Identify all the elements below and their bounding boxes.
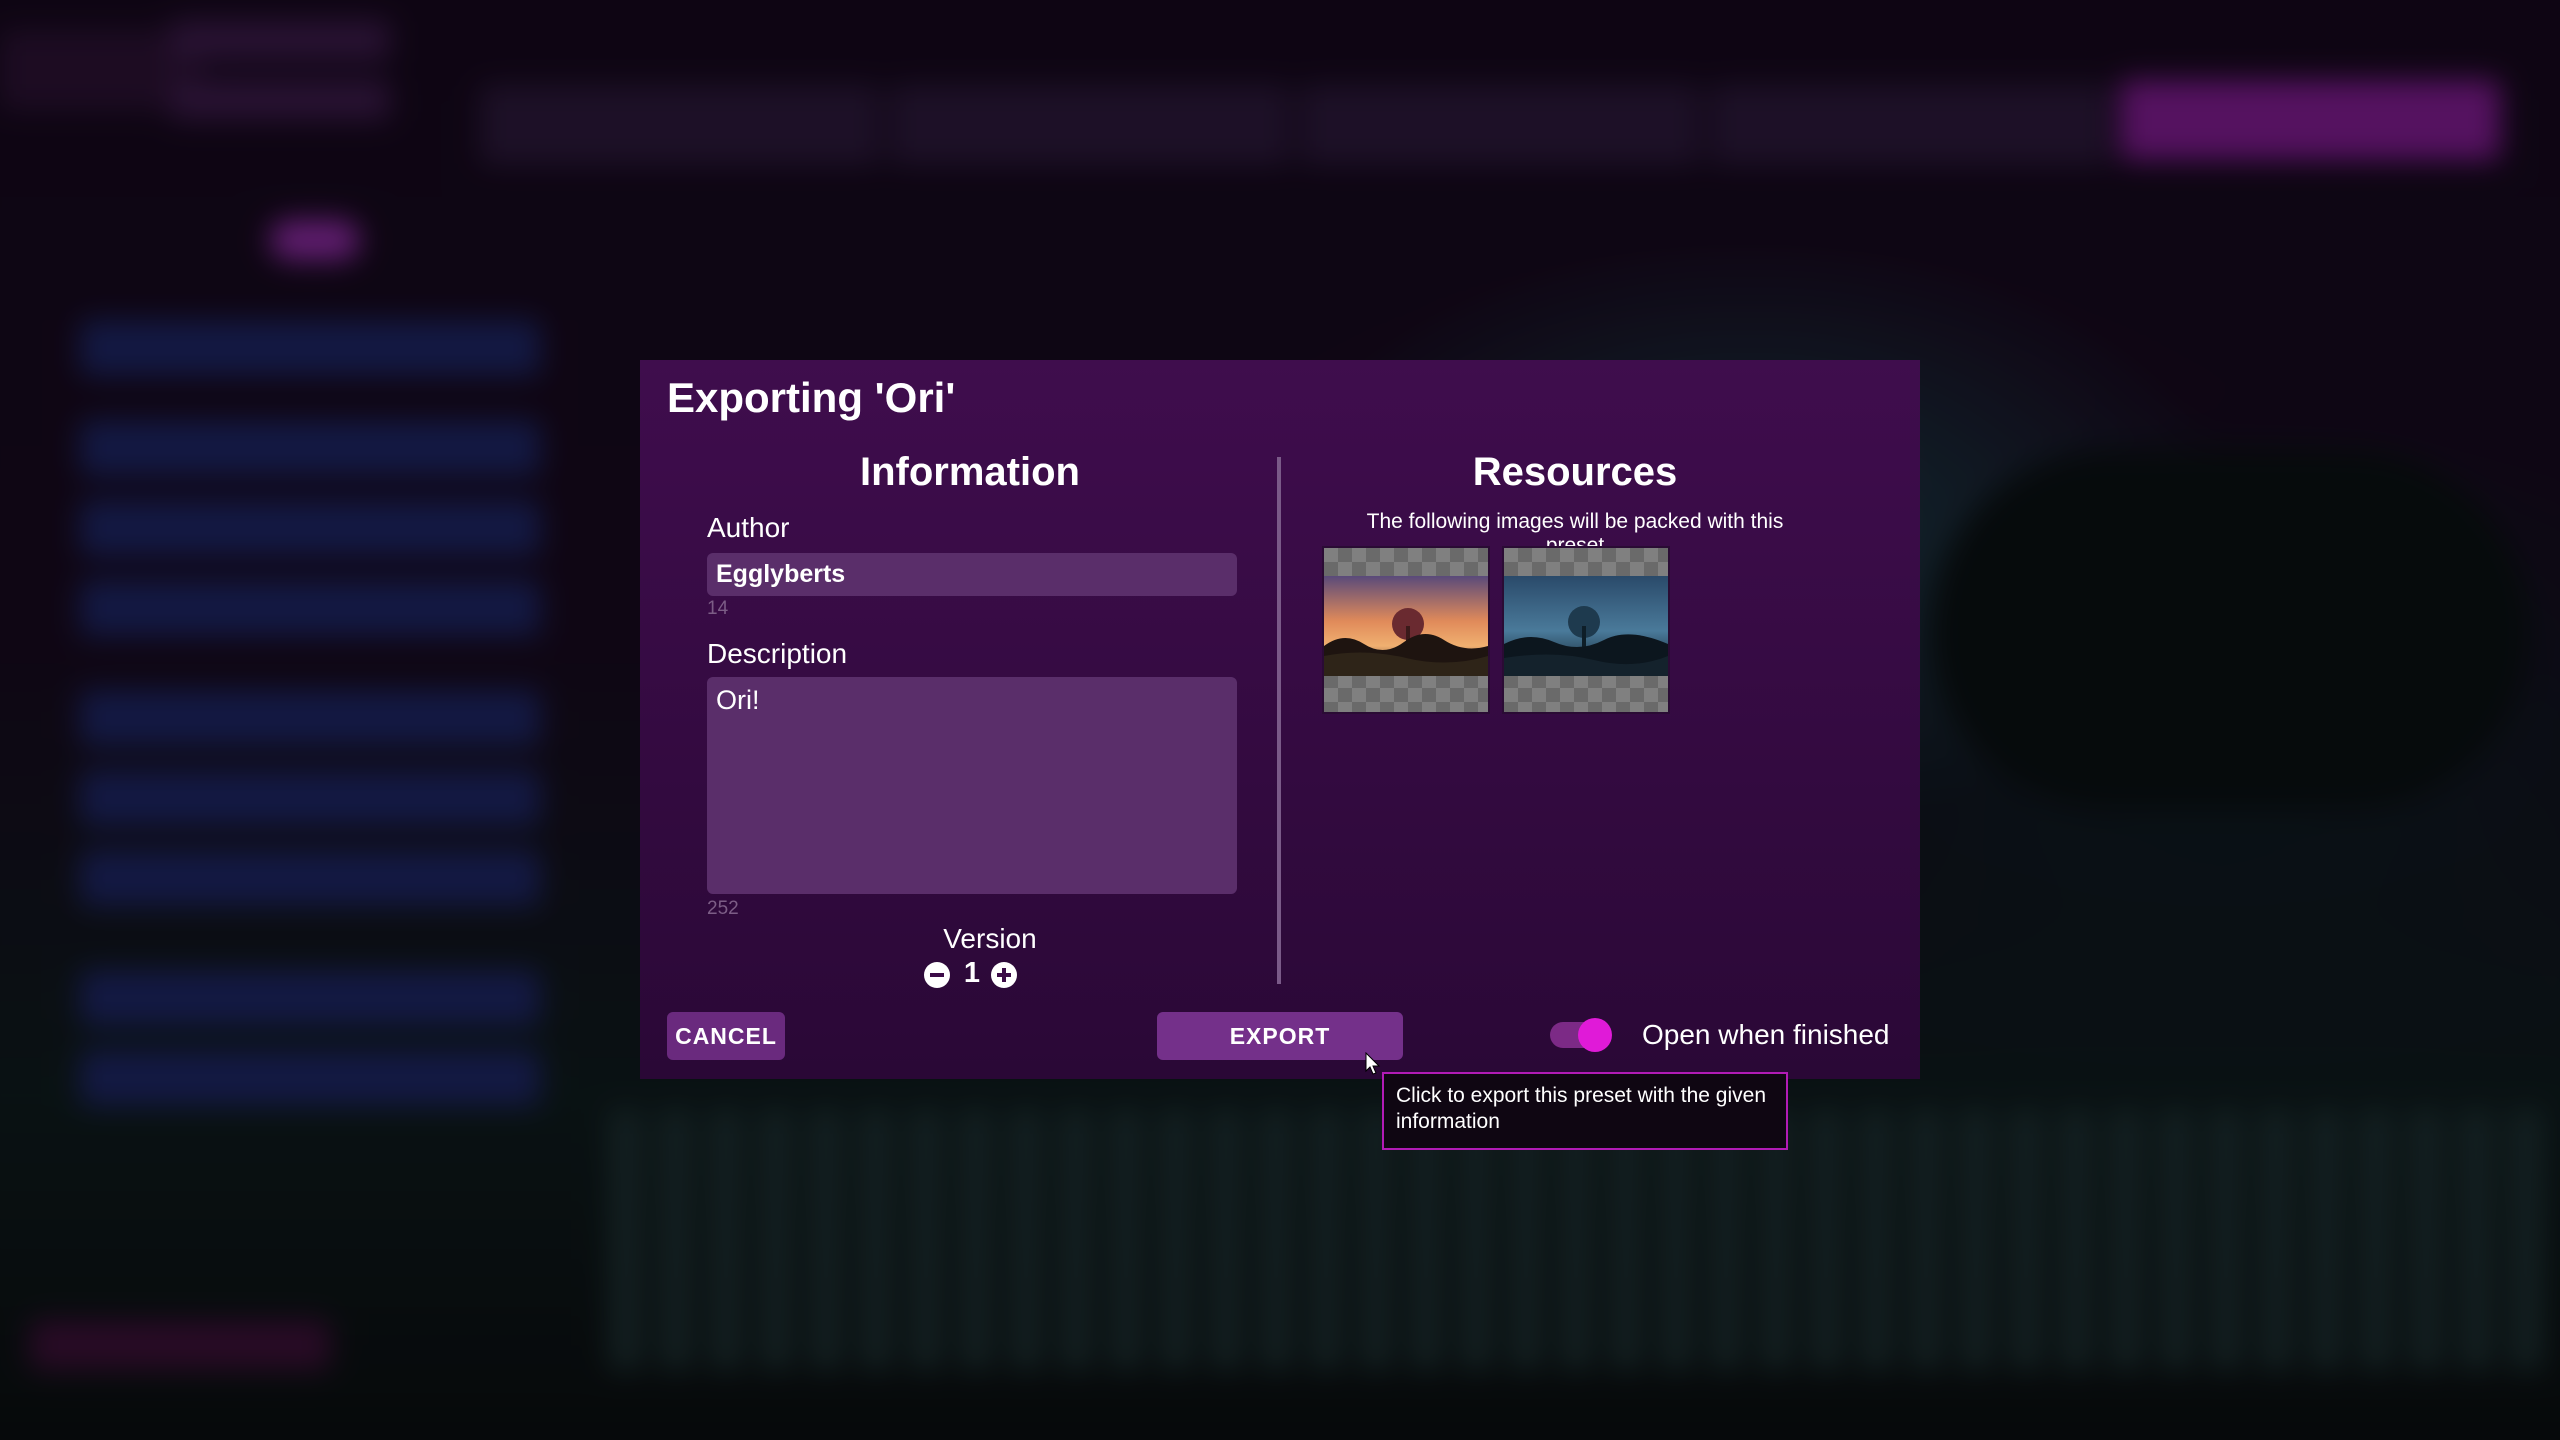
open-when-finished-label: Open when finished: [1642, 1019, 1890, 1050]
version-value: 1: [963, 957, 981, 989]
mouse-cursor-icon: [1365, 1052, 1381, 1075]
app-window: Exporting 'Ori' Information Author 14 De…: [0, 0, 2560, 1440]
minus-icon: [930, 973, 944, 977]
toggle-knob: [1578, 1018, 1612, 1052]
sunset-forest-image: [1324, 576, 1488, 676]
description-char-counter: 252: [707, 898, 739, 919]
export-tooltip: Click to export this preset with the giv…: [1382, 1072, 1788, 1150]
author-input[interactable]: [707, 553, 1237, 596]
version-increment-button[interactable]: [991, 962, 1017, 988]
export-dialog: Exporting 'Ori' Information Author 14 De…: [640, 360, 1920, 1079]
resources-heading: Resources: [1472, 450, 1678, 494]
version-label: Version: [943, 923, 1037, 954]
resource-thumbnail[interactable]: [1502, 546, 1670, 714]
resource-thumbnail[interactable]: [1322, 546, 1490, 714]
author-label: Author: [707, 512, 790, 543]
description-label: Description: [707, 638, 848, 669]
information-heading: Information: [860, 450, 1080, 494]
open-when-finished-toggle[interactable]: [1550, 1018, 1612, 1052]
night-forest-image: [1504, 576, 1668, 676]
column-divider: [1277, 457, 1281, 984]
author-char-counter: 14: [707, 598, 729, 619]
version-decrement-button[interactable]: [924, 962, 950, 988]
description-textarea[interactable]: Ori!: [707, 677, 1237, 894]
plus-icon: [997, 968, 1011, 982]
dialog-title: Exporting 'Ori': [667, 374, 956, 421]
cancel-button[interactable]: CANCEL: [667, 1012, 785, 1060]
